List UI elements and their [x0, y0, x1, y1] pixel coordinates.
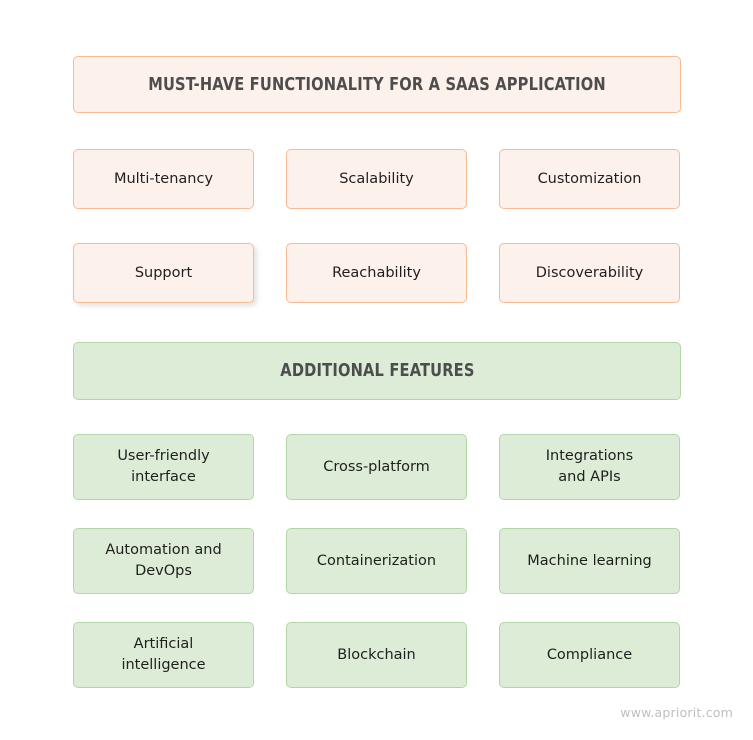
card-label: Discoverability	[535, 264, 644, 281]
card-label: Multi-tenancy	[113, 170, 214, 187]
card-label: Cross-platform	[323, 458, 430, 475]
card-blockchain[interactable]: Blockchain	[286, 622, 467, 688]
card-label: Machine learning	[527, 552, 652, 569]
must-have-banner-title: MUST-HAVE FUNCTIONALITY FOR A SAAS APPLI…	[148, 74, 606, 95]
card-discoverability[interactable]: Discoverability	[499, 243, 680, 303]
card-multi-tenancy[interactable]: Multi-tenancy	[73, 149, 254, 209]
card-label: Reachability	[332, 264, 421, 281]
card-machine-learning[interactable]: Machine learning	[499, 528, 680, 594]
card-label: User-friendly interface	[117, 448, 210, 485]
card-label: Automation and DevOps	[105, 542, 222, 579]
card-label: Integrations and APIs	[545, 448, 634, 485]
card-label: Customization	[537, 170, 642, 187]
card-scalability[interactable]: Scalability	[286, 149, 467, 209]
card-label: Blockchain	[337, 646, 416, 663]
card-label: Scalability	[339, 170, 414, 187]
card-label: Artificial intelligence	[121, 636, 206, 673]
card-artificial-intelligence[interactable]: Artificial intelligence	[73, 622, 254, 688]
card-label: Containerization	[316, 552, 437, 569]
card-reachability[interactable]: Reachability	[286, 243, 467, 303]
watermark: www.apriorit.com	[620, 705, 733, 720]
card-support[interactable]: Support	[73, 243, 254, 303]
additional-features-section-banner: ADDITIONAL FEATURES	[73, 342, 681, 400]
card-user-friendly-interface[interactable]: User-friendly interface	[73, 434, 254, 500]
must-have-section-banner: MUST-HAVE FUNCTIONALITY FOR A SAAS APPLI…	[73, 56, 681, 113]
card-containerization[interactable]: Containerization	[286, 528, 467, 594]
infographic-canvas: MUST-HAVE FUNCTIONALITY FOR A SAAS APPLI…	[0, 0, 753, 740]
additional-features-banner-title: ADDITIONAL FEATURES	[279, 361, 475, 381]
card-label: Compliance	[546, 646, 633, 663]
card-compliance[interactable]: Compliance	[499, 622, 680, 688]
card-customization[interactable]: Customization	[499, 149, 680, 209]
card-integrations-and-apis[interactable]: Integrations and APIs	[499, 434, 680, 500]
card-label: Support	[134, 264, 193, 281]
card-cross-platform[interactable]: Cross-platform	[286, 434, 467, 500]
card-automation-and-devops[interactable]: Automation and DevOps	[73, 528, 254, 594]
